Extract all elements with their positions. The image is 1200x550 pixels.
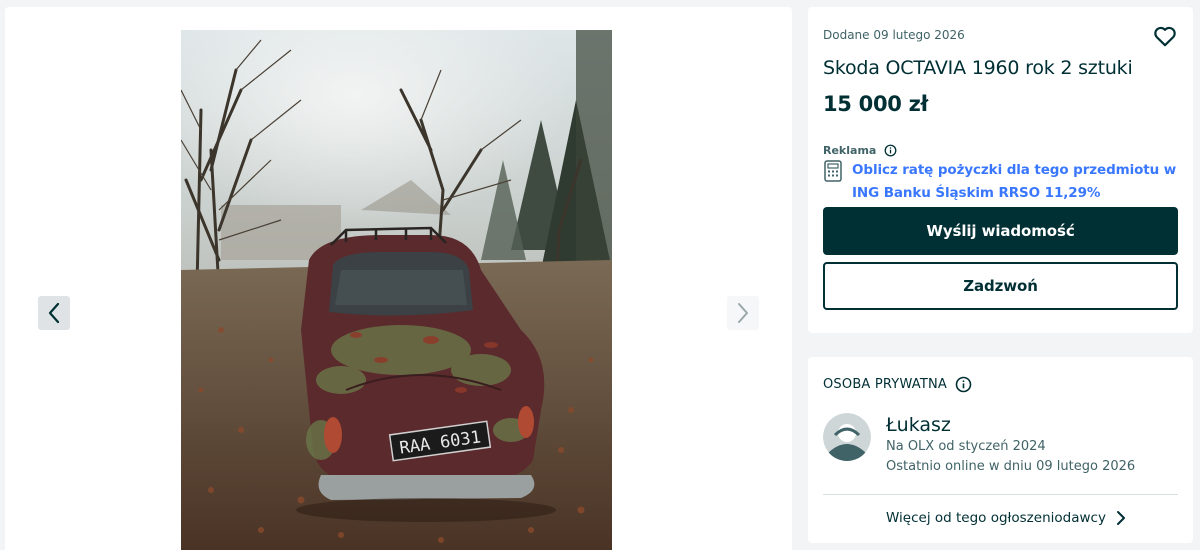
heart-icon	[1154, 26, 1176, 47]
seller-name: Łukasz	[886, 414, 951, 436]
more-from-seller-label: Więcej od tego ogłoszeniodawcy	[886, 510, 1106, 526]
calculator-icon	[824, 160, 842, 182]
call-button[interactable]: Zadzwoń	[823, 262, 1178, 310]
chevron-right-icon	[1116, 511, 1125, 525]
more-from-seller-link[interactable]: Więcej od tego ogłoszeniodawcy	[886, 510, 1126, 526]
image-gallery: RAA 6031	[5, 7, 792, 550]
ad-label-row: Reklama	[823, 144, 897, 157]
listing-photo[interactable]: RAA 6031	[181, 30, 612, 550]
chevron-right-icon	[738, 303, 748, 323]
seller-type-row: OSOBA PRYWATNA	[823, 376, 972, 393]
seller-member-since: Na OLX od styczeń 2024	[886, 439, 1046, 454]
previous-image-button[interactable]	[38, 296, 70, 330]
loan-calculator-link[interactable]: Oblicz ratę pożyczki dla tego przedmiotu…	[852, 159, 1183, 205]
favorite-button[interactable]	[1152, 23, 1178, 49]
send-message-button[interactable]: Wyślij wiadomość	[823, 207, 1178, 255]
listing-title: Skoda OCTAVIA 1960 rok 2 sztuki	[823, 57, 1133, 79]
ad-label: Reklama	[823, 144, 877, 157]
seller-last-online: Ostatnio online w dniu 09 lutego 2026	[886, 459, 1136, 474]
divider	[823, 494, 1178, 495]
seller-card: OSOBA PRYWATNA Łukasz Na OLX od styczeń …	[808, 357, 1193, 543]
car-photo-illustration: RAA 6031	[181, 30, 612, 550]
info-icon[interactable]	[884, 144, 897, 157]
info-icon[interactable]	[955, 376, 972, 393]
avatar[interactable]	[823, 413, 871, 461]
chevron-left-icon	[48, 302, 60, 324]
posted-date: Dodane 09 lutego 2026	[823, 28, 965, 42]
loan-ad: Oblicz ratę pożyczki dla tego przedmiotu…	[823, 159, 1183, 205]
next-image-button[interactable]	[727, 296, 759, 330]
user-avatar-icon	[823, 413, 871, 461]
seller-type: OSOBA PRYWATNA	[823, 377, 948, 392]
listing-summary-card: Dodane 09 lutego 2026 Skoda OCTAVIA 1960…	[808, 7, 1193, 333]
listing-price: 15 000 zł	[823, 92, 928, 116]
